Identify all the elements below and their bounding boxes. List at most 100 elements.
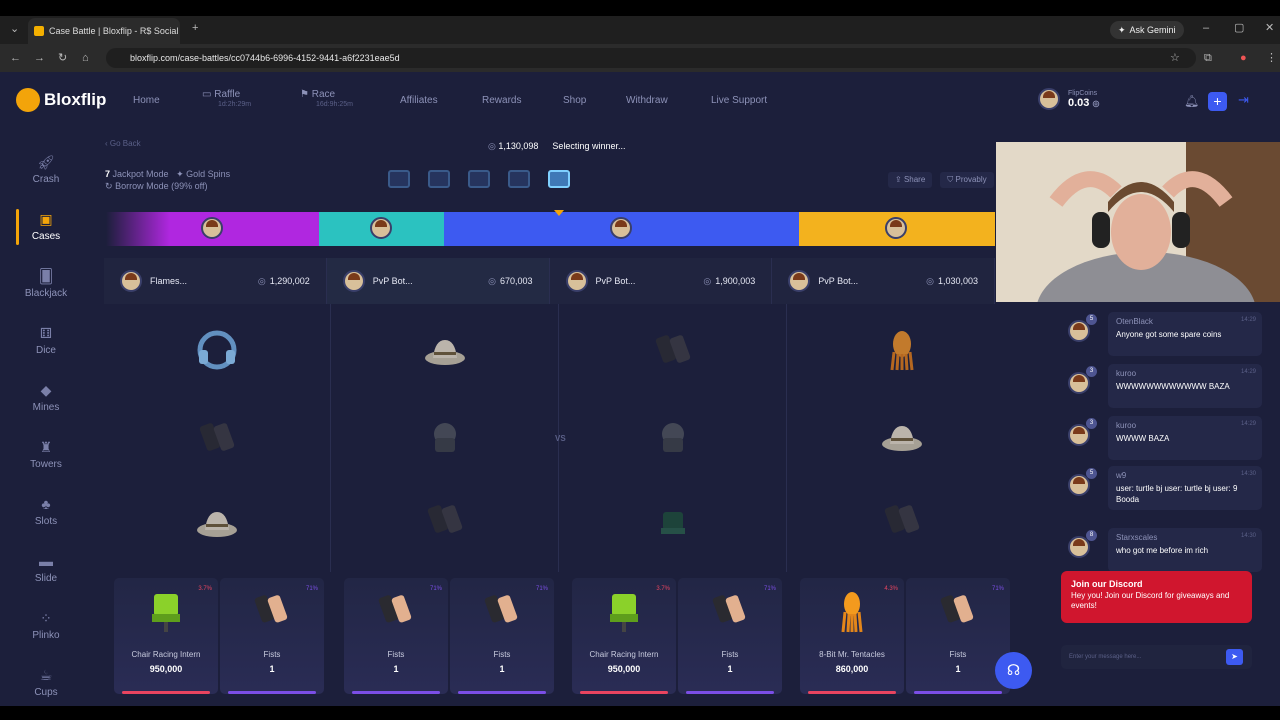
nav-affiliates[interactable]: Affiliates xyxy=(400,95,438,106)
bell-icon[interactable]: 🔔︎ xyxy=(1184,94,1199,108)
drop-chance: 71% xyxy=(763,586,776,592)
chat-time: 14:29 xyxy=(1240,369,1256,375)
player-score-value: 1,030,003 xyxy=(937,276,978,286)
nav-raffle-label: Raffle xyxy=(214,89,241,100)
nav-raffle[interactable]: ▭ Raffle 1d:2h:29m xyxy=(202,89,251,108)
sidebar-item-blackjack[interactable]: 🂠 Blackjack xyxy=(0,260,92,317)
flipcoins-amount: 0.03 xyxy=(1068,96,1090,109)
ask-gemini-button[interactable]: ✦ Ask Gemini xyxy=(1110,21,1184,39)
bloxflip-app: Bloxflip Home ▭ Raffle 1d:2h:29m ⚑ Race 16… xyxy=(0,72,1280,706)
nav-shop[interactable]: Shop xyxy=(563,95,586,106)
sidebar-item-towers[interactable]: ♜ Towers xyxy=(0,431,92,488)
vs-label: VS xyxy=(555,434,566,443)
level-badge: 3 xyxy=(1086,418,1097,429)
nav-live-support[interactable]: Live Support xyxy=(711,95,767,106)
provably-button[interactable]: ⛉ Provably xyxy=(940,172,994,188)
jackpot-mode-label: Jackpot Mode xyxy=(112,169,169,179)
chat-username[interactable]: OtenBlack xyxy=(1116,317,1254,326)
reload-icon[interactable]: ↻ xyxy=(58,53,67,64)
menu-icon[interactable]: ⋮ xyxy=(1266,53,1277,64)
current-case-icon xyxy=(548,170,570,188)
profile-icon[interactable]: ● xyxy=(1240,53,1247,64)
forward-icon[interactable]: → xyxy=(34,53,45,64)
case-icon: ▣ xyxy=(39,211,53,227)
back-icon[interactable]: ← xyxy=(10,53,21,64)
sidebar-item-label: Slots xyxy=(34,516,58,527)
bookmark-star-icon[interactable]: ☆ xyxy=(1170,53,1180,64)
wallet[interactable]: FlipCoins 0.03 ◎ xyxy=(1038,88,1099,110)
minimize-icon[interactable]: – xyxy=(1203,23,1209,34)
gemini-icon: ✦ xyxy=(1118,24,1126,35)
rarity-bar xyxy=(580,691,668,694)
sidebar-item-slide[interactable]: ▬ Slide xyxy=(0,545,92,602)
share-button[interactable]: ⇪ Share xyxy=(888,172,933,188)
drop-card[interactable]: 71% Fists 1 xyxy=(220,578,324,694)
player-card[interactable]: PvP Bot... ◎ 1,900,003 xyxy=(549,258,773,304)
player-card[interactable]: Flames... ◎ 1,290,002 xyxy=(104,258,327,304)
drop-name: Chair Racing Intern xyxy=(131,650,201,659)
player-score-value: 1,290,002 xyxy=(269,276,310,286)
logout-icon[interactable]: ⇥ xyxy=(1238,92,1249,108)
browser-tab[interactable]: Case Battle | Bloxflip - R$ Social × xyxy=(28,18,180,44)
bloxflip-logo[interactable]: Bloxflip xyxy=(16,88,106,112)
new-tab-icon[interactable]: + xyxy=(192,23,198,34)
player-card[interactable]: PvP Bot... ◎ 670,003 xyxy=(326,258,550,304)
drop-card[interactable]: 71% Fists 1 xyxy=(678,578,782,694)
player-column xyxy=(560,304,787,572)
drop-card[interactable]: 71% Fists 1 xyxy=(906,578,1010,694)
chat-username[interactable]: kuroo xyxy=(1116,421,1254,430)
drop-card[interactable]: 71% Fists 1 xyxy=(344,578,448,694)
pot-value: ◎ 1,130,098 xyxy=(488,141,538,152)
drop-chance: 71% xyxy=(535,586,548,592)
jackpot-segment xyxy=(799,212,995,246)
deposit-button[interactable]: + xyxy=(1208,92,1227,111)
drop-card[interactable]: 3.7% Chair Racing Intern 950,000 xyxy=(572,578,676,694)
maximize-icon[interactable]: ▢ xyxy=(1234,23,1244,34)
sidebar-item-slots[interactable]: ♣ Slots xyxy=(0,488,92,545)
nav-rewards[interactable]: Rewards xyxy=(482,95,521,106)
nav-race[interactable]: ⚑ Race 16d:9h:25m xyxy=(300,89,353,108)
fists-item-icon xyxy=(199,423,235,451)
sidebar-item-cases[interactable]: ▣ Cases xyxy=(0,203,92,260)
player-card[interactable]: PvP Bot... ◎ 1,030,003 xyxy=(772,258,995,304)
drop-card[interactable]: 3.7% Chair Racing Intern 950,000 xyxy=(114,578,218,694)
chat-username[interactable]: w9 xyxy=(1116,471,1254,480)
send-icon[interactable]: ➤ xyxy=(1226,649,1243,665)
chat-username[interactable]: Starxscales xyxy=(1116,533,1254,542)
support-headset-icon[interactable]: ☊ xyxy=(995,652,1032,689)
sidebar-item-dice[interactable]: ⚅ Dice xyxy=(0,317,92,374)
case-icon xyxy=(428,170,450,188)
cards-icon: 🂠 xyxy=(38,268,54,284)
player-name: PvP Bot... xyxy=(818,276,859,286)
extensions-icon[interactable]: ⧉ xyxy=(1204,53,1212,64)
chat-input[interactable]: Enter your message here... xyxy=(1061,645,1252,669)
sidebar-item-cups[interactable]: ☕︎ Cups xyxy=(0,659,92,706)
share-icon: ⇪ xyxy=(895,175,902,184)
tab-search-icon[interactable]: ⌄ xyxy=(10,24,19,35)
drops-row: 3.7% Chair Racing Intern 950,000 71% Fists 1 7… xyxy=(106,578,1016,694)
streamer-webcam-image xyxy=(996,142,1280,302)
user-avatar[interactable] xyxy=(1038,88,1060,110)
chat-username[interactable]: kuroo xyxy=(1116,369,1254,378)
drop-price: 1 xyxy=(727,664,733,674)
drop-card[interactable]: 4.3% 8-Bit Mr. Tentacles 860,000 xyxy=(800,578,904,694)
drop-card[interactable]: 71% Fists 1 xyxy=(450,578,554,694)
player-avatar xyxy=(609,217,632,239)
go-back-link[interactable]: ‹ Go Back xyxy=(105,139,141,148)
nav-home[interactable]: Home xyxy=(133,95,160,106)
sidebar-item-crash[interactable]: 🚀︎ Crash xyxy=(0,146,92,203)
sidebar-item-mines[interactable]: ◆ Mines xyxy=(0,374,92,431)
drop-chance: 71% xyxy=(429,586,442,592)
chat-message: 5 OtenBlack 14:29 Anyone got some spare coi… xyxy=(1060,312,1262,362)
discord-banner[interactable]: Join our Discord Hey you! Join our Disco… xyxy=(1061,571,1252,623)
nav-withdraw[interactable]: Withdraw xyxy=(626,95,668,106)
unbox-grid: VS xyxy=(104,304,1016,572)
address-bar[interactable]: bloxflip.com/case-battles/cc0744b6-6996-… xyxy=(106,48,1196,68)
rarity-bar xyxy=(228,691,316,694)
sidebar-item-plinko[interactable]: ⁘ Plinko xyxy=(0,602,92,659)
nav-race-label: Race xyxy=(311,89,336,100)
flag-icon: ⚑ xyxy=(300,89,309,100)
window-close-icon[interactable]: ✕ xyxy=(1265,23,1274,34)
sidebar-item-label: Crash xyxy=(32,174,60,185)
home-icon[interactable]: ⌂ xyxy=(82,53,89,64)
